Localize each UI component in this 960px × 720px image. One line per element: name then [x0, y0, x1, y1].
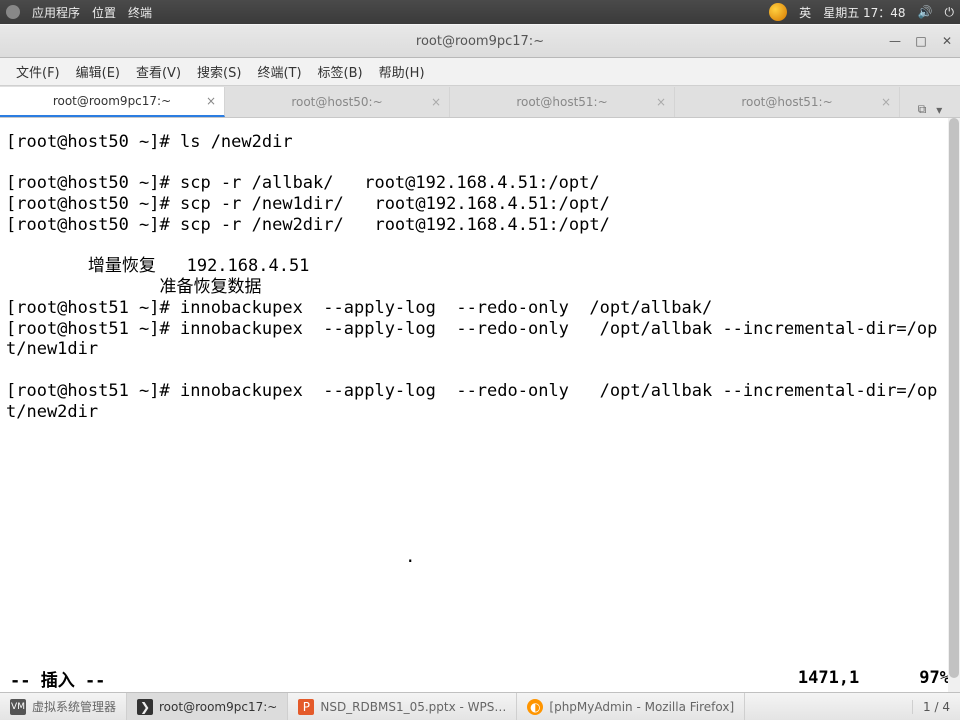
tab-label: root@host51:~	[741, 95, 832, 109]
tab-label: root@room9pc17:~	[53, 94, 171, 108]
gnome-logo-icon	[6, 5, 20, 19]
panel-places[interactable]: 位置	[92, 4, 116, 21]
tab-overview-icon[interactable]: ⧉	[918, 102, 927, 117]
terminal-line: [root@host50 ~]# scp -r /allbak/ root@19…	[6, 173, 954, 194]
vim-position: 1471,1	[798, 668, 859, 688]
taskbar-label: 虚拟系统管理器	[32, 698, 116, 715]
terminal-line	[6, 609, 954, 630]
menu-edit[interactable]: 编辑(E)	[70, 59, 126, 84]
terminal-line	[6, 505, 954, 526]
terminal-line: .	[6, 547, 954, 568]
terminal-line	[6, 567, 954, 588]
power-icon[interactable]: ⏻	[945, 5, 955, 20]
menubar: 文件(F) 编辑(E) 查看(V) 搜索(S) 终端(T) 标签(B) 帮助(H…	[0, 58, 960, 86]
tab-close-icon[interactable]: ×	[881, 95, 891, 109]
terminal-line	[6, 526, 954, 547]
clock[interactable]: 星期五 17：48	[823, 4, 905, 21]
vim-percent: 97%	[919, 668, 950, 688]
input-method-indicator[interactable]: 英	[799, 4, 811, 21]
terminal-line	[6, 422, 954, 443]
terminal-line	[6, 236, 954, 257]
top-panel: 应用程序 位置 终端 英 星期五 17：48 🔊 ⏻	[0, 0, 960, 24]
terminal-line: [root@host50 ~]# scp -r /new2dir/ root@1…	[6, 215, 954, 236]
taskbar-item-terminal[interactable]: ❯ root@room9pc17:~	[127, 693, 288, 720]
workspace-indicator[interactable]: 1 / 4	[912, 700, 960, 714]
terminal-icon: ❯	[137, 699, 153, 715]
terminal-line	[6, 464, 954, 485]
window-close-button[interactable]: ✕	[940, 34, 954, 48]
terminal-line	[6, 484, 954, 505]
menu-help[interactable]: 帮助(H)	[373, 59, 431, 84]
panel-apps[interactable]: 应用程序	[32, 4, 80, 21]
terminal-line: 增量恢复 192.168.4.51	[6, 256, 954, 277]
taskbar-item-vm[interactable]: VM 虚拟系统管理器	[0, 693, 127, 720]
vm-manager-icon: VM	[10, 699, 26, 715]
tab-3[interactable]: root@host51:~ ×	[675, 87, 900, 117]
bottom-taskbar: VM 虚拟系统管理器 ❯ root@room9pc17:~ P NSD_RDBM…	[0, 692, 960, 720]
tab-close-icon[interactable]: ×	[206, 94, 216, 108]
tab-1[interactable]: root@host50:~ ×	[225, 87, 450, 117]
terminal-line: [root@host50 ~]# scp -r /new1dir/ root@1…	[6, 194, 954, 215]
menu-search[interactable]: 搜索(S)	[191, 59, 247, 84]
tab-label: root@host51:~	[516, 95, 607, 109]
terminal-line	[6, 443, 954, 464]
terminal-line: [root@host51 ~]# innobackupex --apply-lo…	[6, 381, 954, 422]
tab-label: root@host50:~	[291, 95, 382, 109]
menu-terminal[interactable]: 终端(T)	[251, 59, 307, 84]
terminal-line	[6, 360, 954, 381]
taskbar-item-firefox[interactable]: ◐ [phpMyAdmin - Mozilla Firefox]	[517, 693, 745, 720]
scrollbar-thumb[interactable]	[949, 118, 959, 678]
vim-status-line: -- 插入 -- 1471,1 97%	[0, 664, 960, 692]
menu-view[interactable]: 查看(V)	[130, 59, 187, 84]
tab-0[interactable]: root@room9pc17:~ ×	[0, 87, 225, 117]
window-maximize-button[interactable]: □	[914, 34, 928, 48]
terminal-line	[6, 630, 954, 651]
terminal-line: [root@host50 ~]# ls /new2dir	[6, 132, 954, 153]
firefox-icon: ◐	[527, 699, 543, 715]
terminal-pane: [root@host50 ~]# ls /new2dir [root@host5…	[0, 118, 960, 692]
tab-menu-chevron-icon[interactable]: ▾	[936, 103, 942, 117]
taskbar-label: root@room9pc17:~	[159, 700, 277, 714]
window-title: root@room9pc17:~	[416, 34, 544, 49]
terminal-output[interactable]: [root@host50 ~]# ls /new2dir [root@host5…	[0, 118, 960, 664]
terminal-line: [root@host51 ~]# innobackupex --apply-lo…	[6, 298, 954, 319]
wps-icon: P	[298, 699, 314, 715]
update-indicator-icon[interactable]	[769, 3, 787, 21]
menu-tabs[interactable]: 标签(B)	[312, 59, 369, 84]
taskbar-label: [phpMyAdmin - Mozilla Firefox]	[549, 700, 734, 714]
terminal-line: 准备恢复数据	[6, 277, 954, 298]
tab-close-icon[interactable]: ×	[431, 95, 441, 109]
taskbar-label: NSD_RDBMS1_05.pptx - WPS…	[320, 700, 506, 714]
window-minimize-button[interactable]: —	[888, 34, 902, 48]
tab-close-icon[interactable]: ×	[656, 95, 666, 109]
vim-mode: -- 插入 --	[10, 666, 105, 691]
window-titlebar: root@room9pc17:~ — □ ✕	[0, 24, 960, 58]
terminal-line	[6, 153, 954, 174]
vertical-scrollbar[interactable]	[948, 118, 960, 692]
tab-2[interactable]: root@host51:~ ×	[450, 87, 675, 117]
terminal-line: [root@host51 ~]# innobackupex --apply-lo…	[6, 319, 954, 360]
volume-icon[interactable]: 🔊	[918, 5, 933, 19]
panel-terminal[interactable]: 终端	[128, 4, 152, 21]
taskbar-item-wps[interactable]: P NSD_RDBMS1_05.pptx - WPS…	[288, 693, 517, 720]
terminal-line	[6, 588, 954, 609]
terminal-tabbar: root@room9pc17:~ × root@host50:~ × root@…	[0, 86, 960, 118]
menu-file[interactable]: 文件(F)	[10, 59, 66, 84]
